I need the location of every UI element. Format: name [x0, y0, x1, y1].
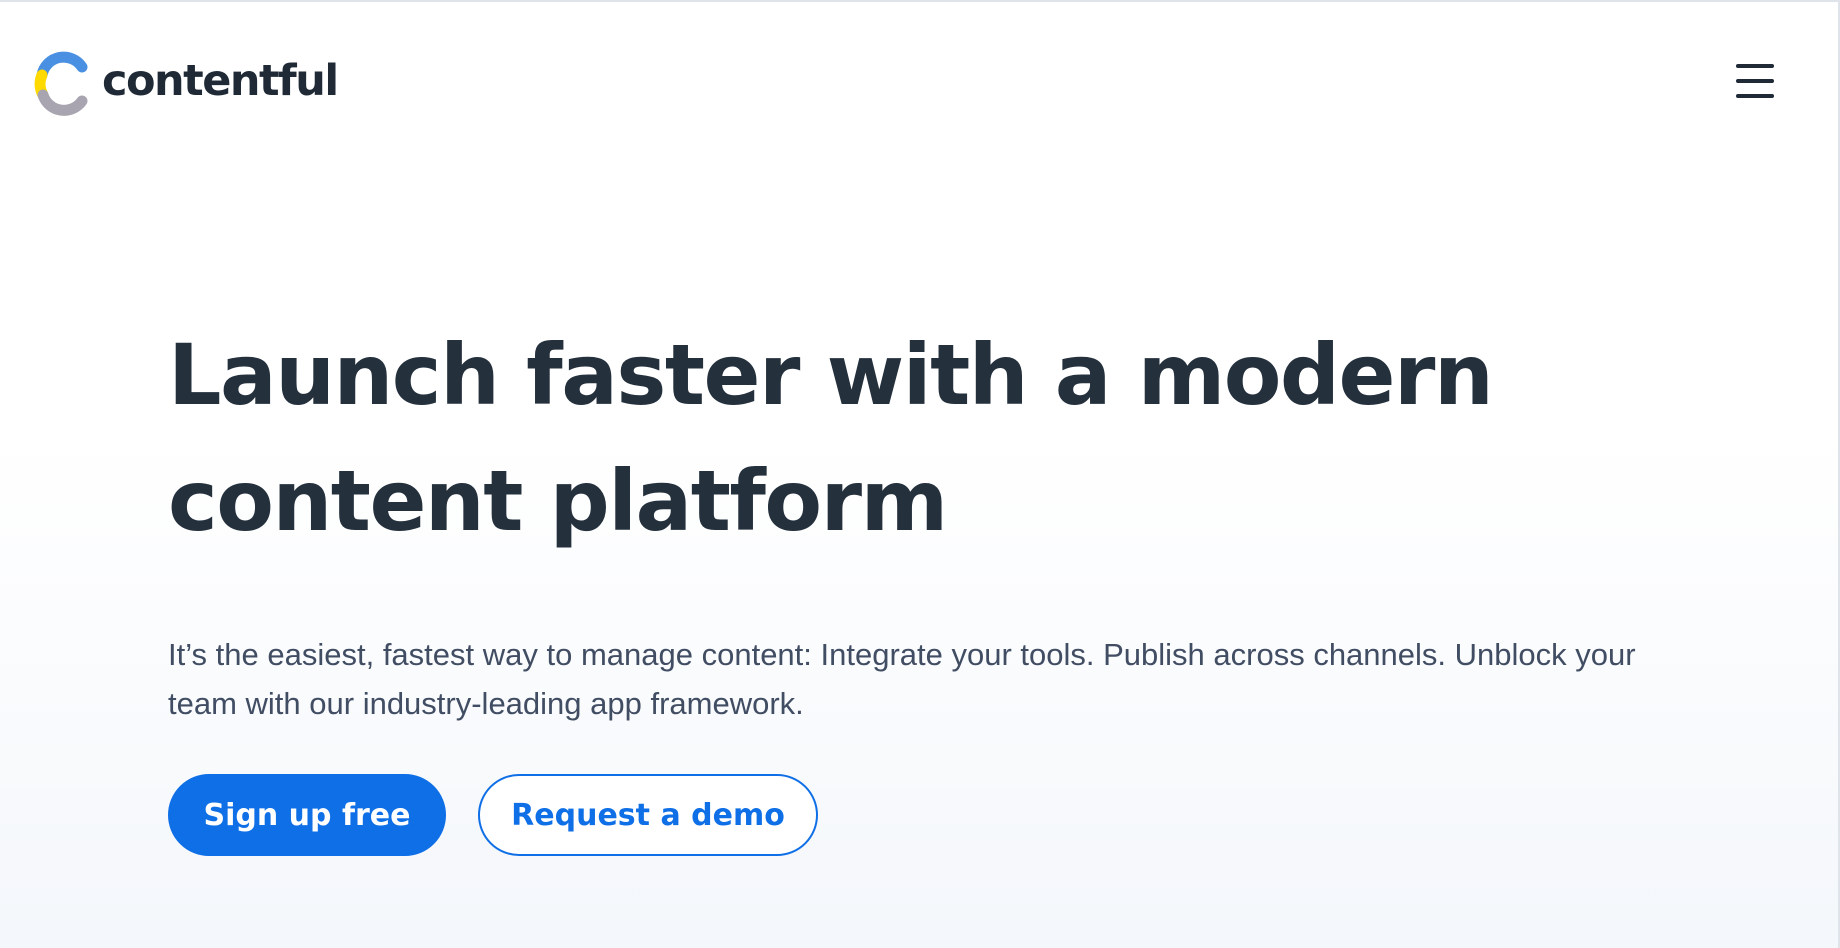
hero-section: Launch faster with a modern content plat… — [168, 312, 1728, 856]
brand-wordmark: contentful — [102, 55, 339, 106]
site-header: contentful — [0, 0, 1840, 165]
hero-title: Launch faster with a modern content plat… — [168, 326, 1494, 550]
brand-logo-link[interactable]: contentful — [30, 50, 339, 118]
hamburger-menu-icon — [1736, 64, 1774, 68]
hamburger-menu-icon-bar — [1736, 79, 1774, 83]
request-demo-button[interactable]: Request a demo — [478, 774, 818, 856]
menu-button[interactable] — [1722, 58, 1786, 108]
hero-subtitle: It’s the easiest, fastest way to manage … — [168, 637, 1636, 721]
sign-up-free-button[interactable]: Sign up free — [168, 774, 446, 856]
cta-row: Sign up free Request a demo — [168, 774, 1728, 856]
hamburger-menu-icon-bar — [1736, 94, 1774, 98]
contentful-logo-icon — [34, 51, 88, 116]
